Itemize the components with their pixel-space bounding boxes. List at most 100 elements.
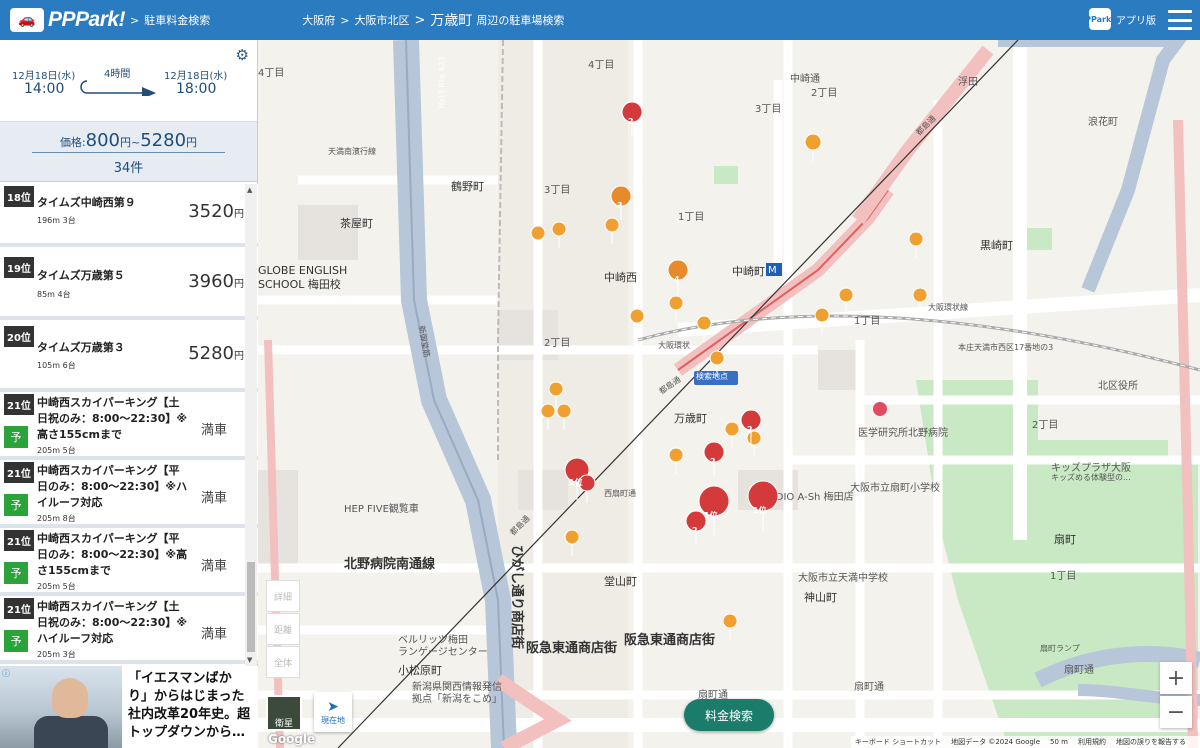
map-label: 鶴野町 bbox=[451, 180, 484, 193]
report-error-link[interactable]: 地図の誤りを報告する bbox=[1116, 737, 1186, 747]
breadcrumb-separator: > bbox=[414, 12, 426, 28]
list-item[interactable]: 19位 タイムズ万歳第５ 85m 4台 3960円 bbox=[0, 247, 258, 320]
map-label: 拠点「新潟をこめ」 bbox=[412, 694, 502, 705]
map-label: 万歳町 bbox=[674, 412, 707, 425]
map-pin[interactable]: 4 bbox=[674, 275, 680, 284]
breadcrumb-ward[interactable]: 大阪市北区 bbox=[354, 12, 409, 28]
parking-name-line-1: 中崎西スカイパーキング【土 bbox=[37, 396, 180, 409]
rank-badge: 18位 bbox=[4, 186, 34, 207]
map-label: 1丁目 bbox=[678, 212, 705, 223]
price-search-button[interactable]: 料金検索 bbox=[684, 699, 774, 731]
end-time: 18:00 bbox=[176, 81, 217, 97]
map-pin[interactable]: 2 bbox=[628, 117, 634, 126]
map-label: Nat'l Rte 423 bbox=[437, 56, 447, 109]
list-scrollbar[interactable]: ▲ ▼ bbox=[245, 184, 257, 666]
map-label: 4丁目 bbox=[588, 60, 615, 71]
reserve-badge: 予 bbox=[4, 562, 28, 584]
hamburger-menu-icon[interactable] bbox=[1168, 10, 1192, 30]
parking-price: 3520円 bbox=[188, 201, 244, 222]
rank-badge: 19位 bbox=[4, 257, 34, 278]
map-label: 扇町通 bbox=[854, 682, 884, 693]
parking-name-line-3: イルーフ対応 bbox=[37, 496, 103, 509]
map-pin[interactable]: 2 bbox=[747, 425, 753, 434]
map-label: ランゲージセンター bbox=[398, 647, 488, 658]
page-title: 万歳町 bbox=[430, 13, 473, 29]
scrollbar-thumb[interactable] bbox=[247, 562, 255, 652]
car-icon: 🚗 bbox=[10, 8, 44, 32]
price-summary: 価格:800円~5280円 34件 bbox=[0, 122, 257, 182]
rank-badge: 21位 bbox=[4, 462, 34, 483]
breadcrumb-separator: > bbox=[340, 13, 350, 27]
map-label: 天満南濱行線 bbox=[328, 147, 376, 156]
map-label: HEP FIVE観覧車 bbox=[344, 504, 419, 515]
map-label: 2丁目 bbox=[811, 88, 838, 99]
zoom-out-button[interactable]: − bbox=[1160, 696, 1192, 728]
ad-text[interactable]: 「イエスマンばか り」からはじまった 社内改革20年史。超 トップダウンから… bbox=[128, 670, 254, 742]
map-pin[interactable]: 1位 bbox=[704, 510, 718, 521]
map-label: 北野病院南通線 bbox=[344, 557, 436, 572]
ad-image[interactable]: ⓘ bbox=[0, 666, 122, 748]
map-pin[interactable]: 1位 bbox=[753, 505, 767, 516]
map-label: キッズめる体験型の... bbox=[1051, 473, 1131, 482]
distance-button[interactable]: 距離 bbox=[266, 613, 300, 645]
zoom-in-button[interactable]: + bbox=[1160, 662, 1192, 694]
breadcrumb-prefecture[interactable]: 大阪府 bbox=[302, 12, 335, 28]
list-item[interactable]: 21位 予 中崎西スカイパーキング【土 日祝のみ：8:00〜22:30】※ ハイ… bbox=[0, 596, 258, 664]
time-selector[interactable]: ⚙ 12月18日(水) 14:00 4時間 12月18日(水) 18:00 bbox=[0, 40, 257, 122]
map-label: 扇町 bbox=[1054, 533, 1076, 546]
list-item[interactable]: 21位 予 中崎西スカイパーキング【土 日祝のみ：8:00〜22:30】※ 高さ… bbox=[0, 392, 258, 460]
map-label: 阪急東通商店街 bbox=[526, 641, 618, 656]
parking-distance: 205m 8台 bbox=[37, 514, 76, 523]
scroll-up-icon[interactable]: ▲ bbox=[247, 186, 252, 194]
map-label: 黒崎町 bbox=[980, 239, 1013, 252]
map-data-text: 地図データ ©2024 Google bbox=[951, 738, 1041, 746]
map-pin[interactable]: 2 bbox=[692, 526, 698, 535]
sidebar: ⚙ 12月18日(水) 14:00 4時間 12月18日(水) 18:00 価格… bbox=[0, 40, 258, 748]
parking-distance: 205m 3台 bbox=[37, 650, 76, 659]
map-label: ひがし通り商店街 bbox=[509, 545, 524, 650]
list-item[interactable]: 21位 予 中崎西スカイパーキング【平 日のみ：8:00〜22:30】※高 さ1… bbox=[0, 528, 258, 596]
full-status: 満車 bbox=[201, 423, 228, 438]
map-label: 西扇町通 bbox=[604, 489, 636, 498]
parking-distance: 105m 6台 bbox=[37, 361, 76, 370]
terms-link[interactable]: 利用規約 bbox=[1078, 737, 1106, 747]
map-label: 中崎町 bbox=[732, 265, 765, 278]
map[interactable]: M 4丁目 4丁目 中崎通 2丁目 3丁目 浮田 浪花町 天満南濱行線 鶴野町 … bbox=[258, 40, 1200, 748]
satellite-button[interactable]: 衛星 bbox=[266, 695, 302, 731]
parking-list: 18位 タイムズ中崎西第９ 196m 3台 3520円 19位 タイムズ万歳第５… bbox=[0, 184, 258, 666]
parking-distance: 205m 5台 bbox=[37, 446, 76, 455]
gear-icon[interactable]: ⚙ bbox=[236, 46, 249, 64]
parking-name-line-1: 中崎西スカイパーキング【平 bbox=[37, 532, 180, 545]
map-pin[interactable]: 1位 bbox=[569, 477, 583, 488]
start-date: 12月18日(水) bbox=[12, 71, 76, 82]
full-status: 満車 bbox=[201, 491, 228, 506]
list-item[interactable]: 21位 予 中崎西スカイパーキング【平 日のみ：8:00〜22:30】※ハ イル… bbox=[0, 460, 258, 528]
map-pin[interactable]: 3 bbox=[617, 201, 623, 210]
start-time: 14:00 bbox=[24, 81, 65, 97]
ad-info-icon[interactable]: ⓘ bbox=[2, 668, 10, 679]
current-location-button[interactable]: ➤ 現在地 bbox=[314, 692, 352, 732]
map-label: 茶屋町 bbox=[340, 217, 373, 230]
map-label: 神山町 bbox=[804, 591, 837, 604]
result-count: 34件 bbox=[113, 161, 144, 176]
search-point-label: 検索地点 bbox=[696, 372, 728, 381]
detail-button[interactable]: 詳細 bbox=[266, 580, 300, 612]
logo[interactable]: 🚗 PPPark! bbox=[10, 5, 126, 35]
list-item[interactable]: 20位 タイムズ万歳第３ 105m 6台 5280円 bbox=[0, 320, 258, 392]
ad-banner[interactable]: ⓘ 「イエスマンばか り」からはじまった 社内改革20年史。超 トップダウンから… bbox=[0, 666, 258, 748]
current-location-label: 現在地 bbox=[321, 715, 345, 725]
rank-badge: 21位 bbox=[4, 598, 34, 619]
map-pin[interactable]: 2 bbox=[710, 457, 716, 466]
scroll-down-icon[interactable]: ▼ bbox=[247, 656, 252, 664]
logo-text: PPPark! bbox=[48, 8, 126, 31]
breadcrumb-separator: > bbox=[130, 13, 140, 27]
list-item[interactable]: 18位 タイムズ中崎西第９ 196m 3台 3520円 bbox=[0, 184, 258, 247]
page-title-sub: 周辺の駐車場検索 bbox=[476, 14, 565, 27]
map-label: 中崎西 bbox=[604, 271, 637, 284]
breadcrumb-price-search[interactable]: 駐車料金検索 bbox=[144, 12, 210, 28]
app-version-button[interactable]: PPark! アプリ版 bbox=[1085, 8, 1156, 30]
map-label: 中崎通 bbox=[790, 74, 820, 85]
location-arrow-icon: ➤ bbox=[327, 698, 339, 715]
keyboard-shortcuts-link[interactable]: キーボード ショートカット bbox=[855, 737, 941, 747]
all-button[interactable]: 全体 bbox=[266, 646, 300, 678]
